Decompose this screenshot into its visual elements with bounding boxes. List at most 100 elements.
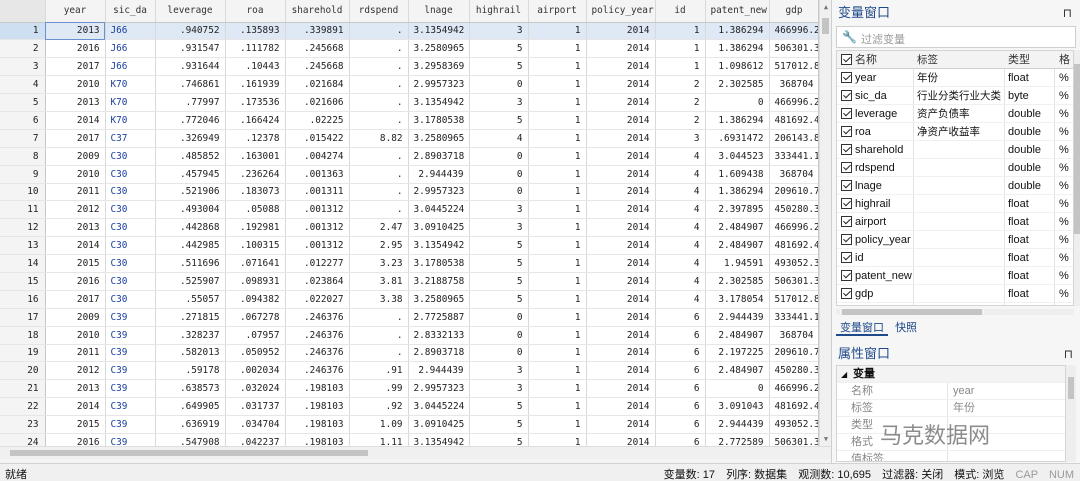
cell-sharehold[interactable]: .004274 (285, 147, 350, 166)
cell-roa[interactable]: .12378 (225, 129, 286, 148)
cell-roa[interactable]: .042237 (225, 433, 286, 446)
cell-gdp[interactable]: 493052.3 (769, 415, 818, 434)
cell-lnage[interactable]: 3.2580965 (408, 39, 470, 59)
column-header-airport[interactable]: airport (528, 0, 587, 23)
cell-lnage[interactable]: 3.0445224 (408, 200, 470, 220)
cell-lnage[interactable]: 2.9957323 (408, 183, 470, 202)
cell-patent_new[interactable]: 0 (705, 93, 770, 112)
cell-highrail[interactable]: 4 (469, 129, 529, 148)
cell-rdspend[interactable]: . (349, 57, 409, 77)
cell-policy_year[interactable]: 2014 (586, 111, 656, 130)
row-number[interactable]: 18 (0, 326, 46, 345)
cell-id[interactable]: 4 (655, 165, 706, 184)
table-row[interactable]: 12 2013 C30.442868.192981.001312 2.47 3.0910… (0, 218, 818, 238)
cell-roa[interactable]: .031737 (225, 397, 286, 417)
cell-patent_new[interactable]: 2.484907 (705, 218, 770, 238)
cell-sic_da[interactable]: C30 (105, 218, 156, 238)
cell-policy_year[interactable]: 2014 (586, 397, 656, 417)
cell-lnage[interactable]: 3.0910425 (408, 218, 470, 238)
cell-leverage[interactable]: .442868 (155, 218, 226, 238)
property-row[interactable]: 标签 年份 (837, 400, 1065, 417)
cell-airport[interactable]: 1 (528, 344, 587, 363)
cell-sic_da[interactable]: C39 (105, 433, 156, 446)
cell-id[interactable]: 4 (655, 254, 706, 273)
cell-airport[interactable]: 1 (528, 200, 587, 220)
cell-id[interactable]: 6 (655, 415, 706, 434)
cell-highrail[interactable]: 5 (469, 415, 529, 434)
cell-rdspend[interactable]: 3.23 (349, 254, 409, 273)
variable-checkbox[interactable] (841, 90, 852, 101)
cell-lnage[interactable]: 3.2580965 (408, 290, 470, 309)
cell-year[interactable]: 2013 (45, 22, 106, 41)
cell-airport[interactable]: 1 (528, 308, 587, 327)
row-number[interactable]: 20 (0, 361, 46, 381)
table-row[interactable]: 16 2017 C30.55057.094382.022027 3.38 3.25809… (0, 290, 818, 309)
row-number[interactable]: 16 (0, 290, 46, 309)
cell-roa[interactable]: .050952 (225, 344, 286, 363)
cell-sharehold[interactable]: .001311 (285, 183, 350, 202)
cell-lnage[interactable]: 2.8903718 (408, 147, 470, 166)
cell-sic_da[interactable]: C30 (105, 272, 156, 291)
cell-rdspend[interactable]: . (349, 75, 409, 95)
cell-highrail[interactable]: 5 (469, 254, 529, 273)
cell-lnage[interactable]: 3.2958369 (408, 57, 470, 77)
cell-patent_new[interactable]: 2.484907 (705, 326, 770, 345)
cell-year[interactable]: 2010 (45, 165, 106, 184)
cell-roa[interactable]: .067278 (225, 308, 286, 327)
row-number[interactable]: 3 (0, 57, 46, 77)
cell-year[interactable]: 2012 (45, 361, 106, 381)
cell-highrail[interactable]: 5 (469, 272, 529, 291)
cell-sharehold[interactable]: .198103 (285, 415, 350, 434)
variable-checkbox[interactable] (841, 252, 852, 263)
cell-id[interactable]: 6 (655, 379, 706, 399)
cell-year[interactable]: 2011 (45, 183, 106, 202)
cell-policy_year[interactable]: 2014 (586, 361, 656, 381)
cell-year[interactable]: 2016 (45, 272, 106, 291)
cell-leverage[interactable]: .521906 (155, 183, 226, 202)
cell-lnage[interactable]: 3.2188758 (408, 272, 470, 291)
cell-gdp[interactable]: 206143.8 (769, 129, 818, 148)
variables-vertical-thumb[interactable] (1074, 64, 1080, 234)
cell-lnage[interactable]: 3.1354942 (408, 433, 470, 446)
column-header-highrail[interactable]: highrail (469, 0, 529, 23)
column-header-policy_year[interactable]: policy_year (586, 0, 656, 23)
cell-patent_new[interactable]: 3.178054 (705, 290, 770, 309)
cell-highrail[interactable]: 5 (469, 39, 529, 59)
cell-rdspend[interactable]: . (349, 39, 409, 59)
table-row[interactable]: 23 2015 C39.636919.034704.198103 1.09 3.0910… (0, 415, 818, 434)
cell-sharehold[interactable]: .001312 (285, 236, 350, 256)
variable-checkbox[interactable] (841, 216, 852, 227)
cell-year[interactable]: 2014 (45, 397, 106, 417)
filter-variables-input[interactable]: 🔧 过滤变量 (836, 26, 1076, 48)
cell-policy_year[interactable]: 2014 (586, 39, 656, 59)
cell-sharehold[interactable]: .245668 (285, 39, 350, 59)
table-row[interactable]: 14 2015 C30.511696.071641.012277 3.23 3.1780… (0, 254, 818, 273)
tab-snapshots[interactable]: 快照 (891, 320, 921, 336)
cell-lnage[interactable]: 2.7725887 (408, 308, 470, 327)
cell-policy_year[interactable]: 2014 (586, 254, 656, 273)
cell-lnage[interactable]: 2.944439 (408, 165, 470, 184)
cell-rdspend[interactable]: 1.11 (349, 433, 409, 446)
cell-roa[interactable]: .100315 (225, 236, 286, 256)
cell-id[interactable]: 1 (655, 57, 706, 77)
cell-patent_new[interactable]: 1.386294 (705, 111, 770, 130)
cell-airport[interactable]: 1 (528, 39, 587, 59)
cell-sic_da[interactable]: C39 (105, 344, 156, 363)
cell-policy_year[interactable]: 2014 (586, 93, 656, 112)
cell-gdp[interactable]: 209610.7 (769, 344, 818, 363)
cell-gdp[interactable]: 481692.4 (769, 236, 818, 256)
cell-patent_new[interactable]: .6931472 (705, 129, 770, 148)
cell-rdspend[interactable]: . (349, 22, 409, 41)
row-number[interactable]: 11 (0, 200, 46, 220)
cell-leverage[interactable]: .442985 (155, 236, 226, 256)
cell-leverage[interactable]: .547908 (155, 433, 226, 446)
cell-highrail[interactable]: 3 (469, 361, 529, 381)
column-header-year[interactable]: year (45, 0, 106, 23)
cell-sharehold[interactable]: .001312 (285, 200, 350, 220)
cell-patent_new[interactable]: 2.397895 (705, 200, 770, 220)
cell-sharehold[interactable]: .246376 (285, 361, 350, 381)
cell-sharehold[interactable]: .198103 (285, 397, 350, 417)
cell-roa[interactable]: .032024 (225, 379, 286, 399)
cell-rdspend[interactable]: 2.47 (349, 218, 409, 238)
cell-sharehold[interactable]: .246376 (285, 326, 350, 345)
